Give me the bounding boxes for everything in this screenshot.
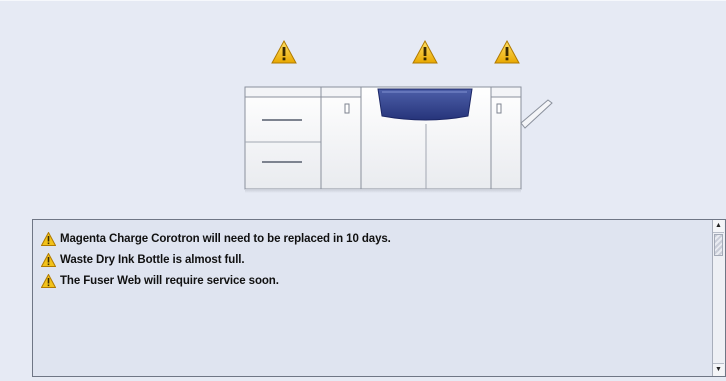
message-list-body: Magenta Charge Corotron will need to be …: [33, 220, 713, 376]
printer-machine: [244, 86, 553, 193]
warning-icon[interactable]: [494, 39, 520, 64]
printer-illustration-area: [0, 0, 726, 205]
status-message-item[interactable]: The Fuser Web will require service soon.: [41, 270, 713, 291]
status-message-text: The Fuser Web will require service soon.: [60, 274, 279, 287]
status-message-item[interactable]: Waste Dry Ink Bottle is almost full.: [41, 249, 713, 270]
status-message-text: Waste Dry Ink Bottle is almost full.: [60, 253, 245, 266]
status-message-item[interactable]: Magenta Charge Corotron will need to be …: [41, 228, 713, 249]
warning-icon: [41, 231, 56, 246]
warning-icon[interactable]: [412, 39, 438, 64]
printer-illustration: [244, 39, 553, 193]
warning-icon: [41, 252, 56, 267]
device-status-panel: Magenta Charge Corotron will need to be …: [0, 0, 726, 381]
scrollbar-thumb[interactable]: [714, 234, 723, 256]
status-message-list[interactable]: Magenta Charge Corotron will need to be …: [32, 219, 726, 377]
scroll-down-arrow-icon[interactable]: ▼: [713, 363, 724, 376]
scroll-up-arrow-icon[interactable]: ▲: [713, 220, 724, 233]
status-message-text: Magenta Charge Corotron will need to be …: [60, 232, 391, 245]
warning-icon: [41, 273, 56, 288]
vertical-scrollbar[interactable]: ▲ ▼: [712, 220, 725, 376]
warning-icon[interactable]: [271, 39, 297, 64]
